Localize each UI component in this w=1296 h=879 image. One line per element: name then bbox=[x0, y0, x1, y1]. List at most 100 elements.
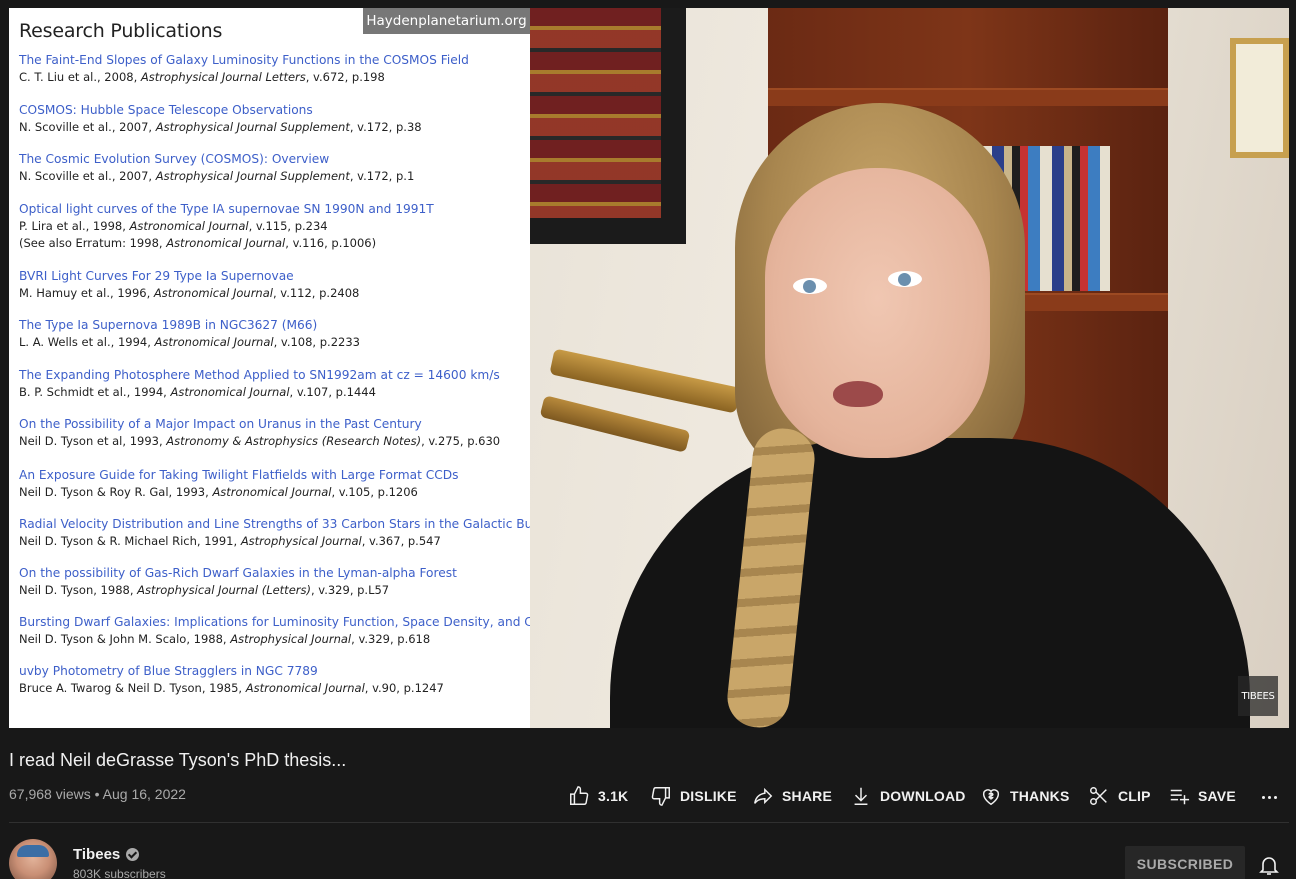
like-count: 3.1K bbox=[598, 788, 629, 804]
verified-check-icon bbox=[126, 848, 140, 861]
publication-citation: B. P. Schmidt et al., 1994, Astronomical… bbox=[19, 384, 530, 401]
publication-entry: BVRI Light Curves For 29 Type Ia Superno… bbox=[19, 268, 530, 302]
video-meta: 67,968 views • Aug 16, 2022 bbox=[9, 786, 186, 802]
meta-separator: • bbox=[94, 786, 100, 802]
channel-avatar[interactable] bbox=[9, 839, 57, 879]
publication-entry: On the Possibility of a Major Impact on … bbox=[19, 416, 530, 450]
citation-journal: Astrophysical Journal (Letters) bbox=[137, 583, 311, 597]
thanks-label: THANKS bbox=[1010, 788, 1070, 804]
publication-entry: The Cosmic Evolution Survey (COSMOS): Ov… bbox=[19, 151, 530, 185]
subscriber-count: 803K subscribers bbox=[73, 867, 166, 879]
erratum-prefix: (See also Erratum: 1998, bbox=[19, 236, 167, 250]
citation-volume-page: , v.329, p.618 bbox=[351, 632, 431, 646]
citation-volume-page: , v.329, p.L57 bbox=[310, 583, 390, 597]
publication-title-link[interactable]: uvby Photometry of Blue Stragglers in NG… bbox=[19, 663, 530, 680]
citation-volume-page: , v.105, p.1206 bbox=[331, 485, 418, 499]
publication-erratum: (See also Erratum: 1998, Astronomical Jo… bbox=[19, 235, 530, 252]
publication-title-link[interactable]: The Cosmic Evolution Survey (COSMOS): Ov… bbox=[19, 151, 530, 168]
publication-title-link[interactable]: Radial Velocity Distribution and Line St… bbox=[19, 516, 530, 533]
citation-journal: Astrophysical Journal bbox=[240, 534, 362, 548]
citation-volume-page: , v.108, p.2233 bbox=[273, 335, 360, 349]
scissors-icon bbox=[1090, 787, 1107, 805]
publication-title-link[interactable]: The Faint-End Slopes of Galaxy Luminosit… bbox=[19, 52, 530, 69]
dislike-label: DISLIKE bbox=[680, 788, 737, 804]
divider bbox=[9, 822, 1289, 823]
view-count: 67,968 views bbox=[9, 786, 91, 802]
channel-name[interactable]: Tibees bbox=[73, 846, 120, 863]
publication-entry: COSMOS: Hubble Space Telescope Observati… bbox=[19, 102, 530, 136]
playlist-add-icon bbox=[1170, 789, 1190, 805]
presenter-eye bbox=[793, 278, 827, 294]
publication-title-link[interactable]: COSMOS: Hubble Space Telescope Observati… bbox=[19, 102, 530, 119]
more-actions-icon[interactable] bbox=[1258, 788, 1280, 806]
publication-title-link[interactable]: BVRI Light Curves For 29 Type Ia Superno… bbox=[19, 268, 530, 285]
citation-authors: C. T. Liu et al., 2008, bbox=[19, 70, 141, 84]
citation-journal: Astronomical Journal bbox=[245, 681, 365, 695]
erratum-journal: Astronomical Journal bbox=[166, 236, 286, 250]
citation-journal: Astrophysical Journal Supplement bbox=[155, 120, 350, 134]
notification-bell-icon[interactable] bbox=[1257, 853, 1281, 877]
publication-citation: Neil D. Tyson & John M. Scalo, 1988, Ast… bbox=[19, 631, 530, 648]
publication-entry: The Faint-End Slopes of Galaxy Luminosit… bbox=[19, 52, 530, 86]
publication-entry: On the possibility of Gas-Rich Dwarf Gal… bbox=[19, 565, 530, 599]
picture-frame bbox=[1230, 38, 1289, 158]
citation-journal: Astronomical Journal bbox=[154, 335, 274, 349]
citation-authors: P. Lira et al., 1998, bbox=[19, 219, 130, 233]
citation-authors: Neil D. Tyson et al, 1993, bbox=[19, 434, 167, 448]
shelf-board bbox=[768, 88, 1168, 106]
publication-title-link[interactable]: Bursting Dwarf Galaxies: Implications fo… bbox=[19, 614, 530, 631]
video-title: I read Neil deGrasse Tyson's PhD thesis.… bbox=[9, 750, 347, 770]
publication-title-link[interactable]: The Type Ia Supernova 1989B in NGC3627 (… bbox=[19, 317, 530, 334]
presenter-eye bbox=[888, 271, 922, 287]
save-label: SAVE bbox=[1198, 788, 1236, 804]
publication-citation: N. Scoville et al., 2007, Astrophysical … bbox=[19, 168, 530, 185]
publications-heading: Research Publications bbox=[19, 20, 223, 42]
thumbs-up-icon bbox=[570, 786, 589, 805]
publication-citation: Bruce A. Twarog & Neil D. Tyson, 1985, A… bbox=[19, 680, 530, 697]
publication-citation: P. Lira et al., 1998, Astronomical Journ… bbox=[19, 218, 530, 235]
thanks-button[interactable]: THANKS bbox=[980, 780, 1070, 812]
share-button[interactable]: SHARE bbox=[752, 780, 832, 812]
citation-journal: Astronomical Journal bbox=[153, 286, 273, 300]
like-button[interactable]: 3.1K bbox=[568, 780, 628, 812]
citation-volume-page: , v.107, p.1444 bbox=[289, 385, 376, 399]
citation-authors: Neil D. Tyson & John M. Scalo, 1988, bbox=[19, 632, 231, 646]
citation-authors: Bruce A. Twarog & Neil D. Tyson, 1985, bbox=[19, 681, 246, 695]
publication-title-link[interactable]: The Expanding Photosphere Method Applied… bbox=[19, 367, 530, 384]
thumbs-down-icon bbox=[651, 787, 670, 806]
channel-name-row[interactable]: Tibees bbox=[73, 846, 140, 863]
citation-authors: L. A. Wells et al., 1994, bbox=[19, 335, 155, 349]
citation-volume-page: , v.275, p.630 bbox=[421, 434, 501, 448]
publication-title-link[interactable]: An Exposure Guide for Taking Twilight Fl… bbox=[19, 467, 530, 484]
subscribed-button[interactable]: SUBSCRIBED bbox=[1125, 846, 1245, 879]
publications-panel: Research Publications Haydenplanetarium.… bbox=[9, 8, 530, 728]
video-player[interactable]: Research Publications Haydenplanetarium.… bbox=[9, 8, 1289, 728]
download-button[interactable]: DOWNLOAD bbox=[850, 780, 966, 812]
citation-authors: B. P. Schmidt et al., 1994, bbox=[19, 385, 171, 399]
publication-entry: The Type Ia Supernova 1989B in NGC3627 (… bbox=[19, 317, 530, 351]
clip-button[interactable]: CLIP bbox=[1088, 780, 1151, 812]
publication-title-link[interactable]: Optical light curves of the Type IA supe… bbox=[19, 201, 530, 218]
citation-volume-page: , v.172, p.38 bbox=[349, 120, 422, 134]
citation-volume-page: , v.672, p.198 bbox=[305, 70, 385, 84]
citation-journal: Astronomical Journal bbox=[212, 485, 332, 499]
publication-citation: Neil D. Tyson & Roy R. Gal, 1993, Astron… bbox=[19, 484, 530, 501]
citation-journal: Astrophysical Journal Letters bbox=[140, 70, 306, 84]
erratum-suffix: , v.116, p.1006) bbox=[285, 236, 377, 250]
download-icon bbox=[854, 787, 868, 805]
publication-entry: An Exposure Guide for Taking Twilight Fl… bbox=[19, 467, 530, 501]
channel-watermark-logo[interactable]: TIBEES bbox=[1238, 676, 1278, 716]
publication-citation: N. Scoville et al., 2007, Astrophysical … bbox=[19, 119, 530, 136]
publication-citation: C. T. Liu et al., 2008, Astrophysical Jo… bbox=[19, 69, 530, 86]
save-button[interactable]: SAVE bbox=[1168, 780, 1236, 812]
citation-journal: Astronomical Journal bbox=[129, 219, 249, 233]
publication-title-link[interactable]: On the Possibility of a Major Impact on … bbox=[19, 416, 530, 433]
dislike-button[interactable]: DISLIKE bbox=[650, 780, 737, 812]
share-label: SHARE bbox=[782, 788, 833, 804]
publication-citation: L. A. Wells et al., 1994, Astronomical J… bbox=[19, 334, 530, 351]
citation-volume-page: , v.90, p.1247 bbox=[364, 681, 444, 695]
publication-entry: The Expanding Photosphere Method Applied… bbox=[19, 367, 530, 401]
publication-title-link[interactable]: On the possibility of Gas-Rich Dwarf Gal… bbox=[19, 565, 530, 582]
publication-entry: uvby Photometry of Blue Stragglers in NG… bbox=[19, 663, 530, 697]
citation-journal: Astronomical Journal bbox=[170, 385, 290, 399]
